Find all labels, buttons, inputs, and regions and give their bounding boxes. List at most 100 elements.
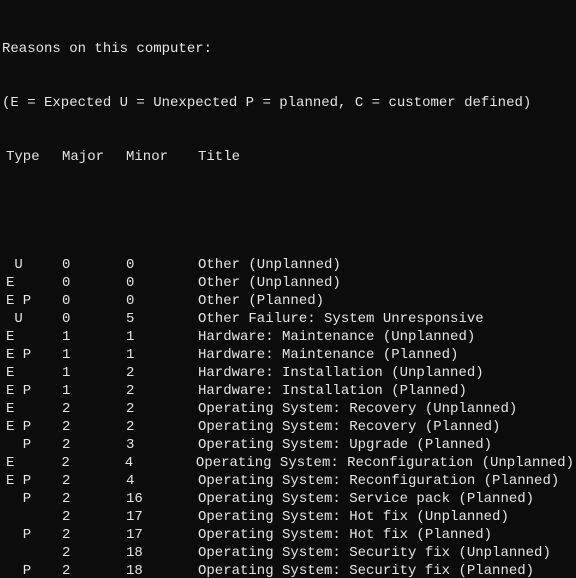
cell-type: P — [2, 526, 62, 544]
table-row: E P11Hardware: Maintenance (Planned) — [2, 346, 574, 364]
cell-type: E P — [2, 382, 62, 400]
col-header-minor: Minor — [126, 148, 198, 166]
table-row: 218Operating System: Security fix (Unpla… — [2, 544, 574, 562]
cell-major: 2 — [62, 490, 126, 508]
cell-major: 1 — [62, 382, 126, 400]
table-row: U00Other (Unplanned) — [2, 256, 574, 274]
col-header-type: Type — [2, 148, 62, 166]
cell-minor: 2 — [126, 418, 198, 436]
cell-type: P — [2, 490, 62, 508]
cell-title: Other (Unplanned) — [198, 274, 574, 292]
cell-title: Other (Unplanned) — [198, 256, 574, 274]
table-row: U05Other Failure: System Unresponsive — [2, 310, 574, 328]
table-row: E12Hardware: Installation (Unplanned) — [2, 364, 574, 382]
cell-minor: 0 — [126, 274, 198, 292]
cell-major: 2 — [62, 508, 126, 526]
table-row: P217Operating System: Hot fix (Planned) — [2, 526, 574, 544]
table-row: E P12Hardware: Installation (Planned) — [2, 382, 574, 400]
terminal-output: Reasons on this computer: (E = Expected … — [0, 0, 576, 578]
cell-minor: 3 — [126, 436, 198, 454]
cell-title: Operating System: Reconfiguration (Unpla… — [196, 454, 574, 472]
blank-separator — [2, 202, 574, 220]
cell-title: Hardware: Installation (Planned) — [198, 382, 574, 400]
cell-type: E P — [2, 292, 62, 310]
table-row: E22Operating System: Recovery (Unplanned… — [2, 400, 574, 418]
cell-minor: 0 — [126, 256, 198, 274]
cell-minor: 5 — [126, 310, 198, 328]
cell-title: Operating System: Security fix (Unplanne… — [198, 544, 574, 562]
cell-minor: 1 — [126, 328, 198, 346]
cell-title: Operating System: Recovery (Planned) — [198, 418, 574, 436]
cell-major: 2 — [62, 562, 126, 578]
header-line-2: (E = Expected U = Unexpected P = planned… — [2, 94, 574, 112]
table-row: E P24Operating System: Reconfiguration (… — [2, 472, 574, 490]
cell-title: Operating System: Recovery (Unplanned) — [198, 400, 574, 418]
cell-title: Operating System: Security fix (Planned) — [198, 562, 574, 578]
header-text-2: (E = Expected U = Unexpected P = planned… — [2, 94, 531, 112]
cell-major: 2 — [62, 472, 126, 490]
cell-major: 2 — [62, 526, 126, 544]
cell-type: U — [2, 256, 62, 274]
cell-minor: 4 — [126, 472, 198, 490]
reason-rows: U00Other (Unplanned)E00Other (Unplanned)… — [2, 256, 574, 578]
table-row: E P22Operating System: Recovery (Planned… — [2, 418, 574, 436]
cell-type: E — [2, 274, 62, 292]
cell-title: Hardware: Installation (Unplanned) — [198, 364, 574, 382]
table-row: P218Operating System: Security fix (Plan… — [2, 562, 574, 578]
column-header-row: Type Major Minor Title — [2, 148, 574, 166]
cell-major: 0 — [62, 310, 126, 328]
cell-title: Operating System: Hot fix (Planned) — [198, 526, 574, 544]
cell-type: E P — [2, 418, 62, 436]
table-row: E11Hardware: Maintenance (Unplanned) — [2, 328, 574, 346]
cell-title: Operating System: Service pack (Planned) — [198, 490, 574, 508]
cell-title: Operating System: Upgrade (Planned) — [198, 436, 574, 454]
cell-minor: 17 — [126, 526, 198, 544]
table-row: E P00Other (Planned) — [2, 292, 574, 310]
cell-minor: 4 — [125, 454, 196, 472]
cell-major: 2 — [61, 454, 124, 472]
cell-major: 0 — [62, 256, 126, 274]
cell-minor: 2 — [126, 400, 198, 418]
cell-title: Hardware: Maintenance (Unplanned) — [198, 328, 574, 346]
cell-major: 0 — [62, 274, 126, 292]
cell-title: Other Failure: System Unresponsive — [198, 310, 574, 328]
cell-type: P — [2, 562, 62, 578]
cell-minor: 18 — [126, 562, 198, 578]
cell-type: E P — [2, 346, 62, 364]
table-row: E24Operating System: Reconfiguration (Un… — [2, 454, 574, 472]
cell-major: 1 — [62, 328, 126, 346]
cell-major: 0 — [62, 292, 126, 310]
cell-minor: 2 — [126, 364, 198, 382]
cell-major: 2 — [62, 418, 126, 436]
cell-type: E — [2, 400, 62, 418]
cell-minor: 17 — [126, 508, 198, 526]
table-row: P216Operating System: Service pack (Plan… — [2, 490, 574, 508]
cell-major: 2 — [62, 400, 126, 418]
cell-minor: 18 — [126, 544, 198, 562]
cell-type — [2, 508, 62, 526]
cell-major: 1 — [62, 346, 126, 364]
cell-type: E — [2, 328, 62, 346]
cell-minor: 0 — [126, 292, 198, 310]
cell-major: 1 — [62, 364, 126, 382]
cell-title: Hardware: Maintenance (Planned) — [198, 346, 574, 364]
cell-major: 2 — [62, 436, 126, 454]
cell-minor: 16 — [126, 490, 198, 508]
header-text-1: Reasons on this computer: — [2, 40, 212, 58]
header-line-1: Reasons on this computer: — [2, 40, 574, 58]
cell-minor: 2 — [126, 382, 198, 400]
col-header-major: Major — [62, 148, 126, 166]
cell-type: E — [2, 364, 62, 382]
cell-major: 2 — [62, 544, 126, 562]
cell-type: U — [2, 310, 62, 328]
table-row: 217Operating System: Hot fix (Unplanned) — [2, 508, 574, 526]
cell-type: E — [2, 454, 61, 472]
table-row: E00Other (Unplanned) — [2, 274, 574, 292]
cell-type: P — [2, 436, 62, 454]
table-row: P23Operating System: Upgrade (Planned) — [2, 436, 574, 454]
cell-title: Operating System: Hot fix (Unplanned) — [198, 508, 574, 526]
col-header-title: Title — [198, 148, 574, 166]
cell-title: Operating System: Reconfiguration (Plann… — [198, 472, 574, 490]
cell-minor: 1 — [126, 346, 198, 364]
cell-type — [2, 544, 62, 562]
